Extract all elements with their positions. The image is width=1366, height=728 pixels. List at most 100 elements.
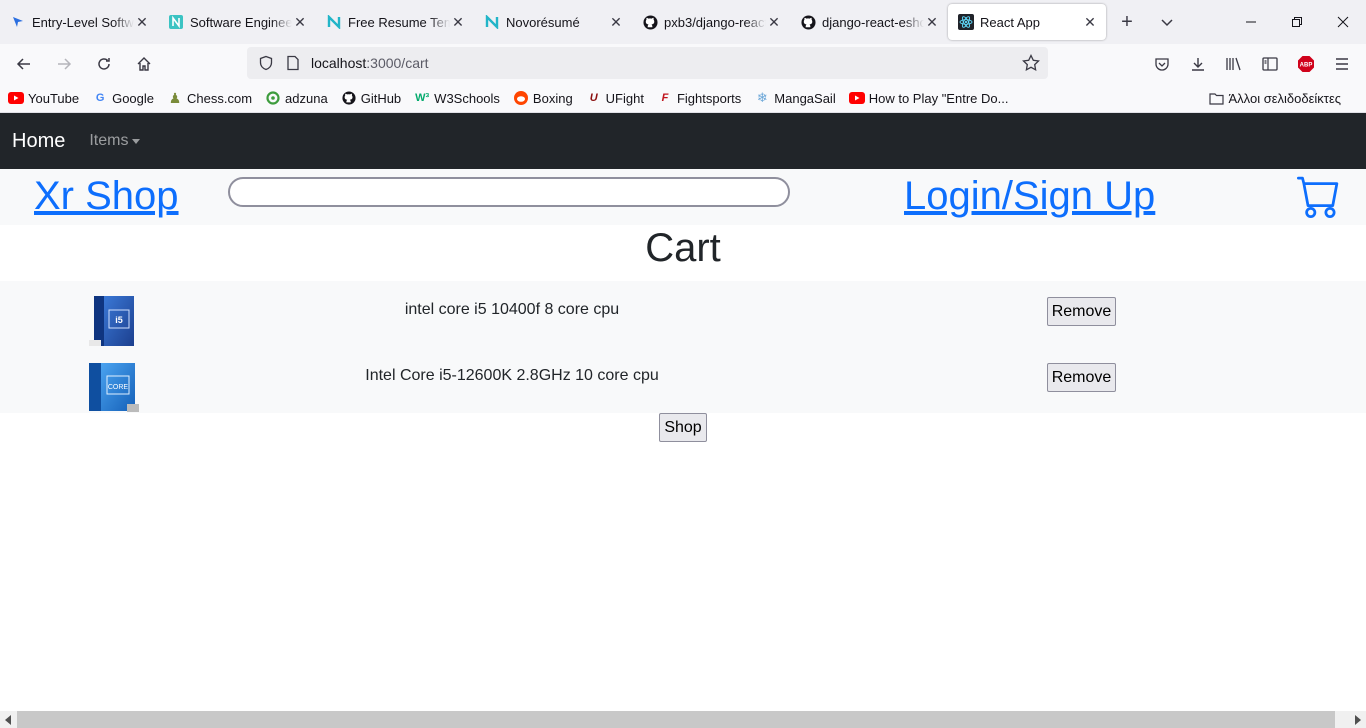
bookmark-adzuna[interactable]: adzuna bbox=[265, 90, 328, 106]
cart-icon[interactable] bbox=[1297, 174, 1341, 223]
browser-toolbar: localhost:3000/cart ABP bbox=[0, 44, 1366, 84]
youtube-icon bbox=[8, 90, 24, 106]
close-tab-icon[interactable]: ✕ bbox=[292, 14, 308, 30]
shop-name-link[interactable]: Xr Shop bbox=[34, 174, 179, 219]
tab-title: Entry-Level Software Engineer bbox=[32, 14, 134, 30]
bookmark-label: Google bbox=[112, 90, 155, 106]
tab-title: django-react-eshop bbox=[822, 14, 924, 30]
horizontal-scrollbar[interactable] bbox=[0, 711, 1366, 728]
nav-items-label: Items bbox=[89, 132, 129, 149]
bookmark-label: Chess.com bbox=[187, 90, 253, 106]
pocket-icon[interactable] bbox=[1144, 48, 1180, 80]
bookmark-w3schools[interactable]: W³ W3Schools bbox=[414, 90, 500, 106]
browser-tab-active[interactable]: React App ✕ bbox=[948, 4, 1106, 40]
browser-tab[interactable]: Novorésumé ✕ bbox=[474, 4, 632, 40]
sidebar-icon[interactable] bbox=[1252, 48, 1288, 80]
close-tab-icon[interactable]: ✕ bbox=[134, 14, 150, 30]
bookmark-google[interactable]: G Google bbox=[92, 90, 154, 106]
shop-header: Xr Shop Login/Sign Up bbox=[0, 169, 1366, 225]
product-name: intel core i5 10400f 8 core cpu bbox=[404, 301, 620, 318]
close-tab-icon[interactable]: ✕ bbox=[450, 14, 466, 30]
tracking-shield-icon[interactable] bbox=[251, 55, 281, 71]
remove-button[interactable]: Remove bbox=[1047, 363, 1116, 392]
github-icon bbox=[642, 14, 658, 30]
bookmark-youtube[interactable]: YouTube bbox=[8, 90, 79, 106]
scroll-left-icon[interactable] bbox=[5, 715, 11, 725]
browser-tab[interactable]: django-react-eshop ✕ bbox=[790, 4, 948, 40]
nav-home-link[interactable]: Home bbox=[12, 130, 65, 153]
other-bookmarks[interactable]: Άλλοι σελιδοδείκτες bbox=[1209, 90, 1341, 106]
bookmarks-toolbar: YouTube G Google ♟ Chess.com adzuna GitH… bbox=[0, 84, 1366, 113]
nav-items-dropdown[interactable]: Items bbox=[89, 132, 141, 150]
github-icon bbox=[341, 90, 357, 106]
restore-icon[interactable] bbox=[1274, 0, 1320, 44]
cart-list: i5 intel core i5 10400f 8 core cpu Remov… bbox=[0, 281, 1366, 413]
bookmark-github[interactable]: GitHub bbox=[341, 90, 401, 106]
back-icon[interactable] bbox=[6, 48, 42, 80]
page-info-icon[interactable] bbox=[281, 55, 305, 71]
bookmark-label: Boxing bbox=[532, 90, 573, 106]
downloads-icon[interactable] bbox=[1180, 48, 1216, 80]
bookmark-label: MangaSail bbox=[774, 90, 836, 106]
youtube-icon bbox=[848, 90, 865, 106]
url-text[interactable]: localhost:3000/cart bbox=[311, 55, 429, 71]
bookmark-boxing[interactable]: Boxing bbox=[513, 90, 573, 106]
bookmark-chess[interactable]: ♟ Chess.com bbox=[167, 90, 252, 106]
tab-title: Novorésumé bbox=[506, 14, 580, 30]
new-tab-icon[interactable]: + bbox=[1112, 7, 1142, 37]
tab-title: Free Resume Templates bbox=[348, 14, 450, 30]
bookmark-label: How to Play "Entre Do... bbox=[868, 90, 1009, 106]
bookmark-star-icon[interactable] bbox=[1022, 53, 1040, 77]
close-tab-icon[interactable]: ✕ bbox=[608, 14, 624, 30]
library-icon[interactable] bbox=[1216, 48, 1252, 80]
toolbar-right: ABP bbox=[1144, 44, 1366, 84]
login-signup-link[interactable]: Login/Sign Up bbox=[904, 174, 1155, 219]
product-name: Intel Core i5-12600K 2.8GHz 10 core cpu bbox=[365, 367, 659, 384]
folder-icon bbox=[1209, 90, 1225, 106]
fightsports-icon: F bbox=[661, 92, 669, 104]
novoresume-icon bbox=[484, 14, 500, 30]
teal-n-icon bbox=[168, 14, 184, 30]
adblock-plus-icon[interactable]: ABP bbox=[1288, 48, 1324, 80]
scrollbar-thumb[interactable] bbox=[17, 711, 1335, 728]
site-navbar: Home Items bbox=[0, 113, 1366, 169]
ufight-icon: U bbox=[589, 92, 598, 104]
bookmark-label: adzuna bbox=[285, 90, 328, 106]
cart-item: CORE Intel Core i5-12600K 2.8GHz 10 core… bbox=[0, 347, 1366, 413]
menu-icon[interactable] bbox=[1324, 48, 1360, 80]
bookmark-fightsports[interactable]: F Fightsports bbox=[657, 90, 742, 106]
search-input[interactable] bbox=[228, 177, 790, 207]
close-tab-icon[interactable]: ✕ bbox=[924, 14, 940, 30]
product-image-i5-10400f: i5 bbox=[89, 296, 139, 346]
bookmark-ufight[interactable]: U UFight bbox=[586, 90, 644, 106]
close-tab-icon[interactable]: ✕ bbox=[766, 14, 782, 30]
novoresume-icon bbox=[326, 14, 342, 30]
list-all-tabs-icon[interactable] bbox=[1152, 7, 1182, 37]
bookmark-entre-dos[interactable]: How to Play "Entre Do... bbox=[848, 90, 1009, 106]
chess-pawn-icon: ♟ bbox=[168, 89, 182, 106]
minimize-icon[interactable] bbox=[1228, 0, 1274, 44]
browser-tab[interactable]: Entry-Level Software Engineer ✕ bbox=[0, 4, 158, 40]
adblock-badge: ABP bbox=[1300, 63, 1313, 69]
cart-title: Cart bbox=[645, 226, 721, 270]
home-icon[interactable] bbox=[126, 48, 162, 80]
close-window-icon[interactable] bbox=[1320, 0, 1366, 44]
bookmark-mangasail[interactable]: ❄ MangaSail bbox=[754, 90, 836, 106]
reload-icon[interactable] bbox=[86, 48, 122, 80]
react-icon bbox=[958, 14, 974, 30]
close-tab-icon[interactable]: ✕ bbox=[1082, 14, 1098, 30]
shop-button[interactable]: Shop bbox=[659, 413, 707, 442]
bookmark-label: GitHub bbox=[360, 90, 402, 106]
tab-title: pxb3/django-react-eshop bbox=[664, 14, 766, 30]
url-host: localhost bbox=[311, 55, 367, 71]
url-bar[interactable]: localhost:3000/cart bbox=[247, 47, 1048, 79]
scroll-right-icon[interactable] bbox=[1355, 715, 1361, 725]
remove-button[interactable]: Remove bbox=[1047, 297, 1116, 326]
browser-tab[interactable]: Free Resume Templates ✕ bbox=[316, 4, 474, 40]
browser-tab[interactable]: Software Engineer Resume ✕ bbox=[158, 4, 316, 40]
product-image-i5-12600k: CORE bbox=[89, 362, 139, 412]
browser-tab[interactable]: pxb3/django-react-eshop ✕ bbox=[632, 4, 790, 40]
bookmark-label: YouTube bbox=[28, 90, 80, 106]
forward-icon[interactable] bbox=[46, 48, 82, 80]
svg-text:CORE: CORE bbox=[108, 384, 129, 391]
